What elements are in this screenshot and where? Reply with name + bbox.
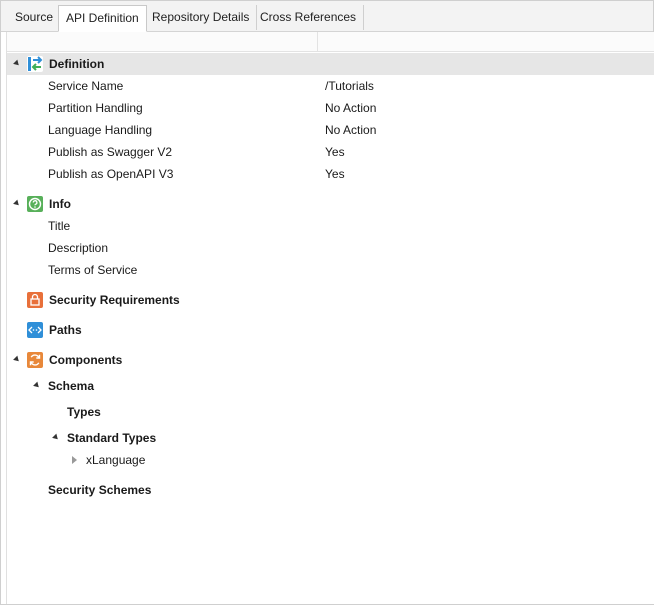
property-row[interactable]: Terms of Service [7,259,654,281]
tree-node-security-schemes[interactable]: Security Schemes [7,479,654,501]
node-label: Paths [49,323,82,337]
property-name: Partition Handling [48,101,143,115]
property-value[interactable]: Yes [325,141,345,163]
tab-source[interactable]: Source [8,5,62,30]
code-arrows-icon [27,322,43,338]
node-label: Definition [49,57,105,71]
property-row[interactable]: Publish as Swagger V2 Yes [7,141,654,163]
property-tree: Definition Service Name/Tutorials Partit… [6,32,654,604]
tab-repository-details[interactable]: Repository Details [145,5,258,30]
refresh-icon [27,352,43,368]
column-header [7,32,654,52]
property-row[interactable]: Description [7,237,654,259]
property-value[interactable]: No Action [325,97,376,119]
definition-icon [27,56,43,72]
tree-node-xlanguage[interactable]: xLanguage [7,449,654,471]
question-icon [27,196,43,212]
property-name: Publish as OpenAPI V3 [48,167,174,181]
node-label: Security Schemes [48,483,152,497]
node-label: Info [49,197,71,211]
tree-node-schema[interactable]: Schema [7,375,654,397]
property-name: Title [48,219,71,233]
tree-node-components[interactable]: Components [7,349,654,371]
window-frame: Source API Definition Repository Details… [0,0,654,605]
property-name: Language Handling [48,123,153,137]
lock-icon [27,292,43,308]
tree-node-types[interactable]: Types [7,401,654,423]
node-label: xLanguage [86,453,146,467]
tab-bar: Source API Definition Repository Details… [1,1,653,32]
property-row[interactable]: Publish as OpenAPI V3 Yes [7,163,654,185]
property-row[interactable]: Language Handling No Action [7,119,654,141]
node-label: Types [67,405,101,419]
expand-arrow-icon[interactable] [13,199,21,208]
tab-api-definition[interactable]: API Definition [58,5,147,32]
node-label: Security Requirements [49,293,180,307]
expand-arrow-icon[interactable] [52,433,60,442]
property-name: Description [48,241,109,255]
property-name: Service Name [48,79,124,93]
property-value[interactable]: No Action [325,119,376,141]
tree-node-definition[interactable]: Definition [7,53,654,75]
expand-arrow-icon[interactable] [13,59,21,68]
tab-cross-references[interactable]: Cross References [253,5,365,30]
expand-arrow-icon[interactable] [33,381,41,390]
tree-node-standard-types[interactable]: Standard Types [7,427,654,449]
property-row[interactable]: Partition Handling No Action [7,97,654,119]
property-row[interactable]: Service Name/Tutorials [7,75,654,97]
node-label: Standard Types [67,431,157,445]
property-value[interactable]: /Tutorials [325,75,374,97]
tree-node-paths[interactable]: Paths [7,319,654,341]
node-label: Schema [48,379,95,393]
expand-arrow-icon[interactable] [13,355,21,364]
node-label: Components [49,353,123,367]
tree-node-security-requirements[interactable]: Security Requirements [7,289,654,311]
collapse-arrow-icon[interactable] [72,456,77,464]
property-value[interactable]: Yes [325,163,345,185]
property-name: Publish as Swagger V2 [48,145,173,159]
tree-node-info[interactable]: Info [7,193,654,215]
property-row[interactable]: Title [7,215,654,237]
column-divider[interactable] [317,32,318,51]
property-name: Terms of Service [48,263,138,277]
